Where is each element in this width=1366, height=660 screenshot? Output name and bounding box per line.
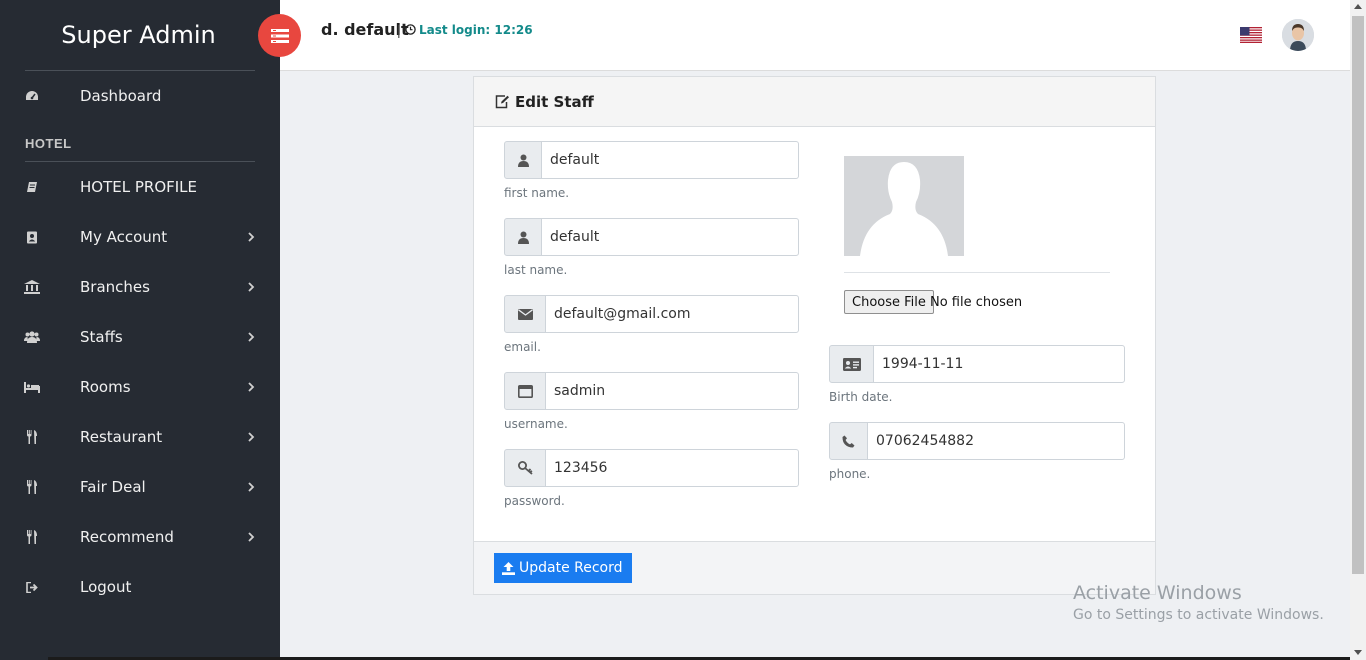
chevron-right-icon [248, 482, 255, 492]
users-icon [24, 329, 40, 345]
separator: | [397, 22, 401, 38]
scroll-up-arrow-icon[interactable] [1354, 4, 1362, 9]
id-card-icon [829, 345, 874, 383]
phone-hint: phone. [829, 467, 871, 481]
update-record-label: Update Record [519, 560, 623, 576]
chevron-right-icon [248, 382, 255, 392]
sidebar-item-label: Dashboard [80, 87, 162, 105]
avatar-icon [1282, 19, 1314, 51]
cutlery-icon [24, 429, 40, 445]
first-name-field[interactable]: default [541, 141, 799, 179]
sidebar-item-label: Recommend [80, 528, 174, 546]
sidebar-item-label: HOTEL PROFILE [80, 178, 198, 196]
sidebar-item-branches[interactable]: Branches [0, 262, 280, 312]
sidebar-item-restaurant[interactable]: Restaurant [0, 412, 280, 462]
sidebar-item-fair-deal[interactable]: Fair Deal [0, 462, 280, 512]
user-avatar[interactable] [1282, 19, 1314, 51]
clock-icon [405, 24, 416, 35]
menu-icon [270, 28, 289, 43]
choose-file-button[interactable]: Choose File [844, 290, 934, 314]
menu-toggle-button[interactable] [258, 14, 301, 57]
bed-icon [24, 379, 40, 395]
scroll-down-arrow-icon[interactable] [1354, 650, 1362, 655]
update-record-button[interactable]: Update Record [494, 553, 632, 583]
birth-date-hint: Birth date. [829, 390, 893, 404]
brand-title: Super Admin [61, 21, 216, 49]
chevron-right-icon [248, 282, 255, 292]
username-hint: username. [504, 417, 568, 431]
email-field[interactable]: default@gmail.com [545, 295, 799, 333]
cutlery-icon [24, 479, 40, 495]
topbar: d. default | Last login: 12:26 [280, 0, 1350, 71]
sidebar-item-label: Branches [80, 278, 150, 296]
card-title: Edit Staff [515, 92, 594, 111]
card-header: Edit Staff [474, 77, 1155, 127]
staff-photo [844, 156, 964, 256]
upload-icon [502, 561, 515, 575]
envelope-icon [504, 295, 546, 333]
sidebar-item-dashboard[interactable]: Dashboard [0, 71, 280, 121]
edit-staff-card: Edit Staff default first name. default l… [473, 76, 1156, 595]
sidebar-item-label: Staffs [80, 328, 123, 346]
phone-icon [829, 422, 868, 460]
chevron-right-icon [248, 432, 255, 442]
sidebar: Super Admin Dashboard HOTEL HOTEL PROFIL… [0, 0, 280, 660]
avatar-placeholder-icon [844, 156, 964, 256]
cutlery-icon [24, 529, 40, 545]
sidebar-item-rooms[interactable]: Rooms [0, 362, 280, 412]
sign-out-icon [24, 579, 40, 595]
phone-field[interactable]: 07062454882 [867, 422, 1125, 460]
user-icon [504, 218, 542, 256]
scrollbar-thumb[interactable] [1352, 16, 1364, 574]
sidebar-item-label: Restaurant [80, 428, 163, 446]
last-name-hint: last name. [504, 263, 568, 277]
divider [844, 272, 1110, 273]
sidebar-item-label: Fair Deal [80, 478, 146, 496]
sidebar-item-hotel-profile[interactable]: HOTEL PROFILE [0, 162, 280, 212]
sidebar-item-my-account[interactable]: My Account [0, 212, 280, 262]
sidebar-item-label: Rooms [80, 378, 131, 396]
us-flag-icon[interactable] [1240, 27, 1262, 43]
dashboard-icon [24, 88, 40, 104]
email-hint: email. [504, 340, 541, 354]
section-heading-hotel: HOTEL [25, 136, 72, 151]
sidebar-item-recommend[interactable]: Recommend [0, 512, 280, 562]
edit-icon [495, 94, 509, 108]
last-login: Last login: 12:26 [419, 23, 533, 37]
last-name-field[interactable]: default [541, 218, 799, 256]
window-icon [504, 372, 546, 410]
activation-watermark-title: Activate Windows [1073, 582, 1242, 604]
sidebar-item-label: Logout [80, 578, 132, 596]
first-name-hint: first name. [504, 186, 570, 200]
chevron-right-icon [248, 332, 255, 342]
user-name: d. default [321, 20, 409, 39]
book-icon [24, 179, 40, 195]
key-icon [504, 449, 546, 487]
card-footer: Update Record [474, 541, 1155, 594]
sidebar-item-label: My Account [80, 228, 168, 246]
chevron-right-icon [248, 232, 255, 242]
username-field[interactable]: sadmin [545, 372, 799, 410]
sidebar-item-logout[interactable]: Logout [0, 562, 280, 612]
file-status: No file chosen [930, 295, 1023, 310]
address-book-icon [24, 229, 40, 245]
password-hint: password. [504, 494, 565, 508]
birth-date-field[interactable]: 1994-11-11 [873, 345, 1125, 383]
bank-icon [24, 279, 40, 295]
password-field[interactable]: 123456 [545, 449, 799, 487]
sidebar-item-staffs[interactable]: Staffs [0, 312, 280, 362]
activation-watermark-subtitle: Go to Settings to activate Windows. [1073, 607, 1324, 623]
chevron-right-icon [248, 532, 255, 542]
user-icon [504, 141, 542, 179]
